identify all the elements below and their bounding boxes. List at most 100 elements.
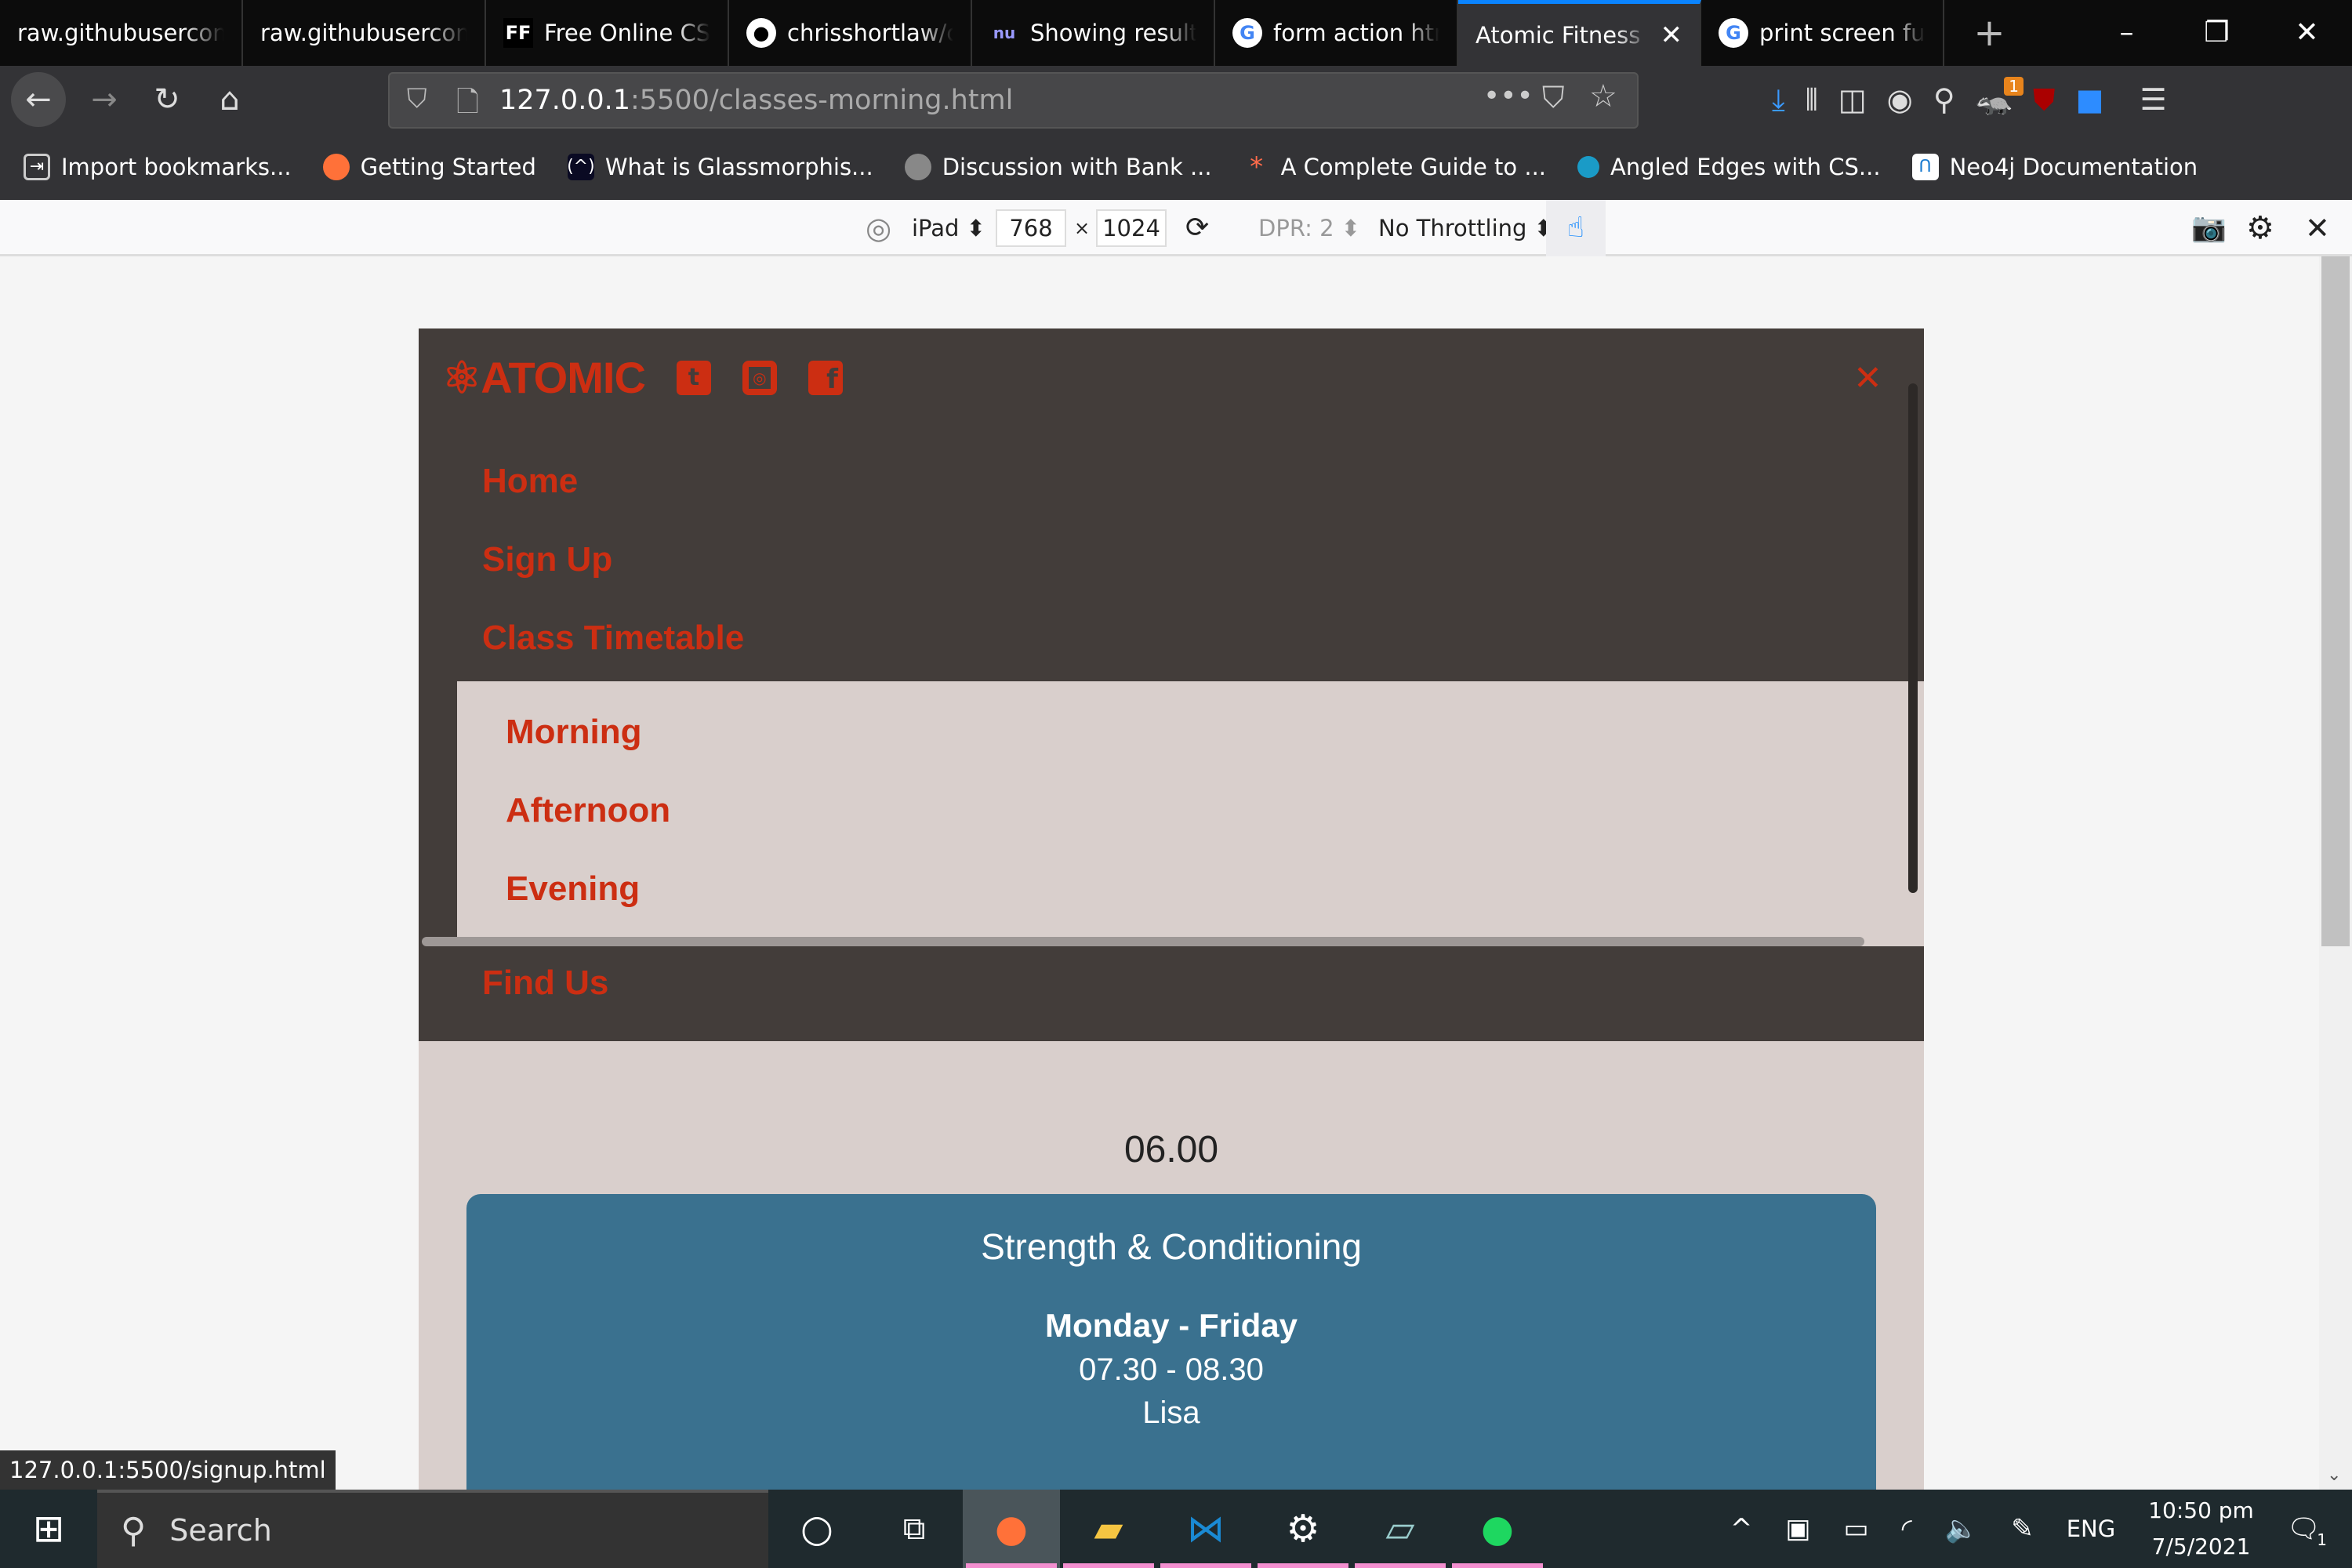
github-icon: ● — [746, 18, 776, 48]
close-window-button[interactable]: ✕ — [2262, 0, 2352, 66]
tab[interactable]: raw.githubusercontent — [0, 0, 243, 66]
nav-link-sign-up[interactable]: Sign Up — [482, 540, 612, 579]
address-bar[interactable]: ⛉ 🗋 127.0.0.1:5500/classes-morning.html … — [388, 72, 1639, 129]
bookmark-item[interactable]: Getting Started — [322, 153, 536, 180]
spotify-icon[interactable]: ● — [1449, 1490, 1546, 1568]
google-icon: G — [1232, 18, 1262, 48]
more-actions-icon[interactable]: ••• — [1483, 80, 1534, 112]
submenu-link-afternoon[interactable]: Afternoon — [506, 791, 670, 830]
bookmark-item[interactable]: (^) What is Glassmorphis... — [567, 153, 873, 180]
notifications-icon[interactable]: 🗨 1 — [2287, 1513, 2327, 1549]
account-icon[interactable]: ◉ — [1887, 66, 1913, 133]
responsive-design-toolbar: ◎ iPad ⬍ 768 × 1024 ⟳ DPR: 2 ⬍ No Thrott… — [0, 200, 2352, 256]
download-icon[interactable]: ⤓ — [1772, 66, 1785, 133]
site-logo[interactable]: ⚛ATOMIC — [442, 352, 646, 404]
bookmark-item[interactable]: ⇥ Import bookmarks... — [24, 153, 292, 180]
back-icon[interactable]: ← — [11, 72, 66, 127]
width-input[interactable]: 768 — [996, 209, 1066, 247]
dimension-separator: × — [1074, 217, 1091, 239]
wifi-icon[interactable]: ◜ — [1902, 1513, 1912, 1544]
timetable-submenu: Morning Afternoon Evening — [422, 681, 1924, 946]
settings-taskbar-icon[interactable]: ⚙ — [1254, 1490, 1352, 1568]
meet-now-icon[interactable]: ▣ — [1785, 1513, 1810, 1544]
throttling-selector[interactable]: No Throttling ⬍ — [1378, 200, 1553, 256]
tab-bar: raw.githubusercontent raw.githubusercont… — [0, 0, 2352, 66]
shield-icon[interactable]: ⛉ — [407, 83, 427, 114]
close-tab-icon[interactable]: ✕ — [1661, 20, 1683, 51]
url-text[interactable]: 127.0.0.1:5500/classes-morning.html — [499, 85, 1013, 116]
vscode-icon[interactable]: ⋈ — [1157, 1490, 1254, 1568]
pocket-icon[interactable]: ⛉ — [1542, 80, 1565, 115]
volume-icon[interactable]: 🔈 — [1945, 1513, 1978, 1544]
task-view-icon[interactable]: ⧉ — [866, 1490, 963, 1568]
submenu-link-evening[interactable]: Evening — [506, 869, 640, 909]
bookmark-item[interactable]: Discussion with Bank ... — [904, 153, 1212, 180]
scrollbar-thumb[interactable] — [2321, 256, 2350, 946]
facebook-icon[interactable]: f — [808, 361, 843, 395]
badger-extension-icon[interactable]: 🦡 1 — [1976, 66, 2024, 133]
firefox-taskbar-icon[interactable]: ● — [963, 1490, 1060, 1568]
bookmark-item[interactable]: Angled Edges with CS... — [1577, 154, 1881, 180]
page-scrollbar[interactable]: ⌄ — [2319, 256, 2352, 1490]
language-indicator[interactable]: ENG — [2067, 1515, 2116, 1542]
ublock-icon[interactable]: ⛊ — [2033, 66, 2056, 133]
minimize-button[interactable]: – — [2082, 0, 2172, 66]
battery-icon[interactable]: ▭ — [1844, 1513, 1869, 1544]
height-input[interactable]: 1024 — [1096, 209, 1167, 247]
library-icon[interactable]: ⫴ — [1806, 66, 1818, 133]
pen-icon[interactable]: ✎ — [2011, 1513, 2034, 1544]
tab[interactable]: Gform action htm — [1215, 0, 1458, 66]
windows-start-icon[interactable]: ⊞ — [0, 1490, 97, 1568]
screenshot-icon[interactable]: 📷 — [2191, 200, 2227, 256]
horizontal-scrollbar[interactable] — [422, 937, 1864, 946]
device-selector[interactable]: iPad ⬍ — [912, 200, 985, 256]
sidebar-icon[interactable]: ◫ — [1838, 66, 1867, 133]
nav-link-home[interactable]: Home — [482, 462, 578, 501]
menu-scrollbar[interactable] — [1908, 383, 1918, 893]
status-tooltip: 127.0.0.1:5500/signup.html — [0, 1450, 336, 1490]
windows-taskbar: ⊞ ⚲ Search ○ ⧉ ● ▰ ⋈ ⚙ ▱ ● ^ ▣ ▭ ◜ 🔈 ✎ EN… — [0, 1490, 2352, 1568]
bookmark-item[interactable]: * A Complete Guide to ... — [1243, 151, 1546, 183]
bookmark-star-icon[interactable]: ☆ — [1589, 78, 1617, 114]
file-explorer-icon[interactable]: ▰ — [1060, 1490, 1157, 1568]
tab-active[interactable]: Atomic Fitness | ✕ — [1458, 0, 1701, 66]
settings-icon[interactable]: ⚙ — [2246, 200, 2274, 256]
bookmark-item[interactable]: ᑎ Neo4j Documentation — [1911, 153, 2198, 180]
show-hidden-icons[interactable]: ^ — [1730, 1513, 1753, 1544]
nav-link-find-us[interactable]: Find Us — [482, 964, 608, 1003]
instagram-icon[interactable]: ◎ — [742, 361, 777, 395]
menu-icon[interactable]: ☰ — [2140, 66, 2166, 133]
taskbar-search[interactable]: ⚲ Search — [97, 1490, 768, 1568]
device-frame: ⚛ATOMIC t ◎ f ✕ Home Sign Up Class Timet… — [419, 328, 1924, 1490]
firefox-icon — [322, 153, 350, 180]
zoom-extension-icon[interactable]: ■ — [2076, 66, 2104, 133]
restore-button[interactable]: ❐ — [2172, 0, 2262, 66]
clock[interactable]: 10:50 pm 7/5/2021 — [2148, 1493, 2254, 1565]
tab[interactable]: nu Showing results — [972, 0, 1215, 66]
submenu-link-morning[interactable]: Morning — [506, 713, 642, 752]
close-rdm-icon[interactable]: ✕ — [2305, 200, 2330, 256]
tab[interactable]: FF Free Online CSS — [486, 0, 729, 66]
new-tab-button[interactable]: + — [1944, 0, 2034, 66]
compass-icon: ◎ — [866, 211, 892, 245]
twitter-icon[interactable]: t — [676, 361, 711, 395]
tab[interactable]: Gprint screen fun — [1701, 0, 1944, 66]
touch-simulation-icon[interactable]: ☝ — [1546, 200, 1606, 256]
forward-icon[interactable]: → — [77, 66, 132, 133]
close-menu-icon[interactable]: ✕ — [1853, 358, 1882, 398]
tab[interactable]: ● chrisshortlaw/c — [729, 0, 972, 66]
bookmarks-toolbar: ⇥ Import bookmarks... Getting Started (^)… — [0, 133, 2352, 200]
tab[interactable]: raw.githubusercontent — [243, 0, 486, 66]
site-header: ⚛ATOMIC t ◎ f ✕ Home Sign Up Class Timet… — [419, 328, 1924, 1041]
extension-badge: 1 — [2004, 77, 2024, 96]
home-icon[interactable]: ⌂ — [202, 66, 257, 133]
nav-link-class-timetable[interactable]: Class Timetable — [482, 619, 744, 658]
rotate-icon[interactable]: ⟳ — [1185, 200, 1209, 256]
reload-icon[interactable]: ↻ — [140, 66, 194, 133]
extension-icon[interactable]: ⚲ — [1933, 66, 1955, 133]
dpr-selector[interactable]: DPR: 2 ⬍ — [1258, 200, 1360, 256]
app-taskbar-icon[interactable]: ▱ — [1352, 1490, 1449, 1568]
bookmark-site-icon — [1577, 155, 1600, 178]
scroll-down-icon[interactable]: ⌄ — [2327, 1465, 2341, 1485]
cortana-icon[interactable]: ○ — [768, 1490, 866, 1568]
